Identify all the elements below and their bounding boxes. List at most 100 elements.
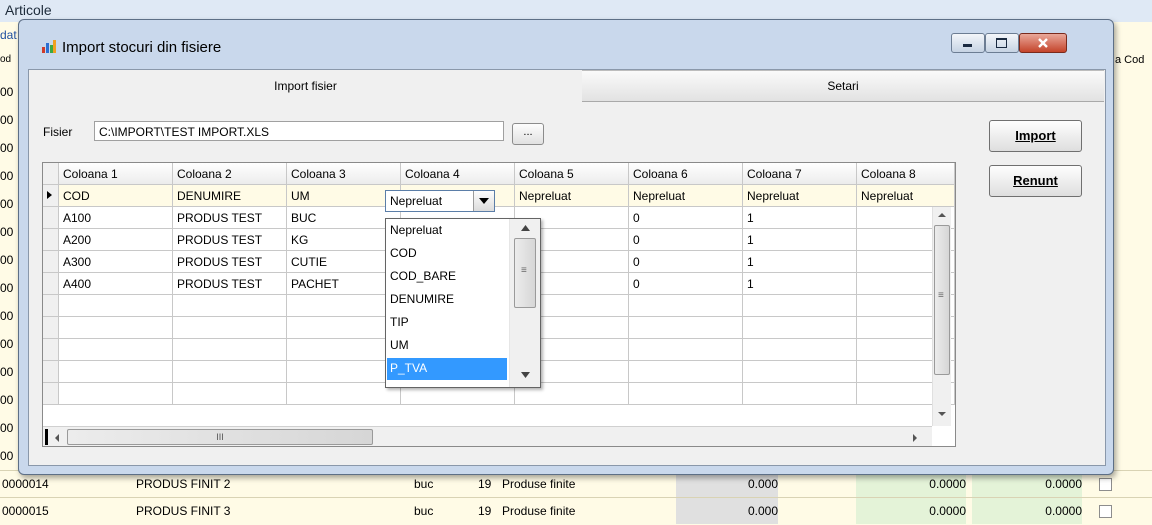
grid-cell[interactable]: 1 bbox=[743, 207, 857, 229]
grid-cell-empty[interactable] bbox=[743, 339, 857, 361]
grid-cell-empty[interactable] bbox=[173, 339, 287, 361]
dropdown-scrollbar[interactable]: ≡ bbox=[509, 219, 540, 387]
grid-cell-empty[interactable] bbox=[629, 317, 743, 339]
current-row-indicator bbox=[43, 185, 59, 207]
dropdown-scroll-thumb[interactable]: ≡ bbox=[514, 238, 536, 308]
close-button[interactable] bbox=[1019, 33, 1067, 53]
grid-cell-empty[interactable] bbox=[287, 317, 401, 339]
dropdown-grip-icon: ≡ bbox=[521, 265, 527, 276]
grid-cell-empty[interactable] bbox=[629, 339, 743, 361]
grid-vertical-scrollbar[interactable]: ≡ bbox=[932, 207, 951, 426]
dropdown-scroll-down-icon[interactable] bbox=[521, 372, 530, 378]
grid-cell[interactable]: BUC bbox=[287, 207, 401, 229]
grid-header[interactable]: Coloana 1 bbox=[59, 163, 173, 185]
mapping-cell[interactable]: Nepreluat bbox=[743, 185, 857, 207]
grid-cell-empty[interactable] bbox=[743, 361, 857, 383]
grid-cell-empty[interactable] bbox=[173, 295, 287, 317]
grid-cell[interactable]: 0 bbox=[629, 207, 743, 229]
grid-cell[interactable]: 0 bbox=[629, 251, 743, 273]
grid-cell[interactable]: A100 bbox=[59, 207, 173, 229]
tab-import-fisier[interactable]: Import fisier bbox=[29, 70, 583, 102]
row-header bbox=[43, 317, 59, 339]
mapping-cell[interactable]: Nepreluat bbox=[515, 185, 629, 207]
tab-setari[interactable]: Setari bbox=[582, 70, 1104, 102]
dropdown-scroll-up-icon[interactable] bbox=[521, 225, 530, 231]
dropdown-option[interactable]: DENUMIRE bbox=[387, 289, 507, 311]
import-button[interactable]: Import bbox=[989, 120, 1082, 152]
dropdown-option[interactable]: COD bbox=[387, 243, 507, 265]
mapping-cell[interactable]: UM bbox=[287, 185, 401, 207]
table-row[interactable]: 0000015 PRODUS FINIT 3 buc 19 Produse fi… bbox=[0, 497, 1152, 524]
horizontal-scroll-thumb[interactable]: III bbox=[67, 429, 373, 445]
mapping-cell[interactable]: Nepreluat bbox=[857, 185, 955, 207]
file-path-input[interactable]: C:\IMPORT\TEST IMPORT.XLS bbox=[94, 121, 504, 141]
column-mapping-combobox[interactable]: Nepreluat bbox=[385, 190, 495, 212]
grid-cell-empty[interactable] bbox=[173, 361, 287, 383]
scroll-down-icon[interactable] bbox=[937, 410, 947, 418]
grid-cell[interactable]: A200 bbox=[59, 229, 173, 251]
grid-cell[interactable]: PACHET bbox=[287, 273, 401, 295]
grid-cell[interactable]: 1 bbox=[743, 251, 857, 273]
grid-cell[interactable]: A400 bbox=[59, 273, 173, 295]
minimize-button[interactable] bbox=[951, 33, 985, 53]
mapping-cell[interactable]: COD bbox=[59, 185, 173, 207]
grid-cell-empty[interactable] bbox=[287, 339, 401, 361]
grid-header[interactable]: Coloana 4 bbox=[401, 163, 515, 185]
dropdown-option[interactable]: Nepreluat bbox=[387, 220, 507, 242]
grid-header[interactable]: Coloana 8 bbox=[857, 163, 955, 185]
scroll-right-icon[interactable] bbox=[911, 433, 919, 443]
dropdown-option[interactable]: TIP bbox=[387, 312, 507, 334]
grid-cell-empty[interactable] bbox=[59, 383, 173, 405]
grid-cell-empty[interactable] bbox=[59, 361, 173, 383]
row-checkbox[interactable] bbox=[1099, 478, 1112, 491]
grid-cell-empty[interactable] bbox=[173, 383, 287, 405]
grid-cell[interactable]: CUTIE bbox=[287, 251, 401, 273]
grid-cell-empty[interactable] bbox=[59, 317, 173, 339]
grid-cell[interactable]: 1 bbox=[743, 273, 857, 295]
grid-cell[interactable]: KG bbox=[287, 229, 401, 251]
grid-cell-empty[interactable] bbox=[59, 295, 173, 317]
grid-cell[interactable]: PRODUS TEST bbox=[173, 251, 287, 273]
grid-cell-empty[interactable] bbox=[743, 295, 857, 317]
grid-header[interactable]: Coloana 5 bbox=[515, 163, 629, 185]
vertical-scroll-thumb[interactable]: ≡ bbox=[934, 225, 950, 375]
row-checkbox[interactable] bbox=[1099, 505, 1112, 518]
scroll-left-icon[interactable] bbox=[53, 433, 61, 443]
grid-cell-empty[interactable] bbox=[287, 295, 401, 317]
cancel-button[interactable]: Renunt bbox=[989, 165, 1082, 197]
grid-cell-empty[interactable] bbox=[629, 361, 743, 383]
dropdown-option[interactable]: P_TVA bbox=[387, 358, 507, 380]
grid-horizontal-scrollbar[interactable]: III bbox=[43, 426, 932, 446]
grid-cell-empty[interactable] bbox=[59, 339, 173, 361]
dropdown-option[interactable]: COD_BARE bbox=[387, 266, 507, 288]
column-mapping-dropdown[interactable]: Nepreluat COD COD_BARE DENUMIRE TIP UM P_TVA ≡ bbox=[385, 218, 541, 388]
grid-cell-empty[interactable] bbox=[287, 383, 401, 405]
grid-cell[interactable]: A300 bbox=[59, 251, 173, 273]
scroll-up-icon[interactable] bbox=[937, 211, 947, 219]
maximize-button[interactable] bbox=[985, 33, 1019, 53]
grid-cell[interactable]: 0 bbox=[629, 273, 743, 295]
row-qty: 0.000 bbox=[676, 498, 778, 524]
grid-cell-empty[interactable] bbox=[629, 295, 743, 317]
app-title: Articole bbox=[5, 2, 52, 18]
grid-cell[interactable]: 0 bbox=[629, 229, 743, 251]
grid-cell[interactable]: PRODUS TEST bbox=[173, 207, 287, 229]
grid-cell-empty[interactable] bbox=[287, 361, 401, 383]
mapping-cell[interactable]: DENUMIRE bbox=[173, 185, 287, 207]
minimize-icon bbox=[963, 44, 972, 47]
dropdown-option[interactable]: UM bbox=[387, 335, 507, 357]
grid-cell[interactable]: PRODUS TEST bbox=[173, 273, 287, 295]
grid-header[interactable]: Coloana 3 bbox=[287, 163, 401, 185]
grid-cell-empty[interactable] bbox=[173, 317, 287, 339]
mapping-cell[interactable]: Nepreluat bbox=[629, 185, 743, 207]
browse-button[interactable]: ... bbox=[512, 123, 544, 145]
grid-header[interactable]: Coloana 2 bbox=[173, 163, 287, 185]
grid-cell-empty[interactable] bbox=[629, 383, 743, 405]
grid-cell[interactable]: 1 bbox=[743, 229, 857, 251]
grid-header[interactable]: Coloana 7 bbox=[743, 163, 857, 185]
combobox-dropdown-button[interactable] bbox=[473, 191, 494, 211]
grid-header[interactable]: Coloana 6 bbox=[629, 163, 743, 185]
grid-cell-empty[interactable] bbox=[743, 317, 857, 339]
grid-cell-empty[interactable] bbox=[743, 383, 857, 405]
grid-cell[interactable]: PRODUS TEST bbox=[173, 229, 287, 251]
